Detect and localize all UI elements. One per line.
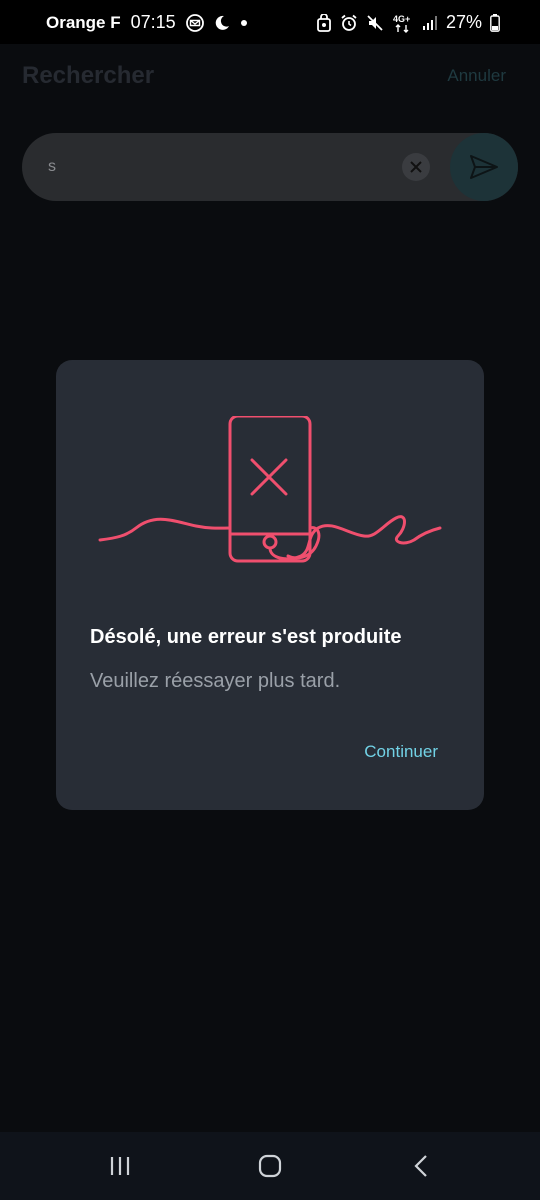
cancel-button[interactable]: Annuler xyxy=(447,66,506,86)
network-icon: 4G+ xyxy=(392,13,414,33)
status-right: 4G+ 27% xyxy=(316,12,500,33)
error-dialog: Désolé, une erreur s'est produite Veuill… xyxy=(56,360,484,810)
clear-search-button[interactable] xyxy=(402,153,430,181)
back-icon xyxy=(414,1155,427,1177)
carrier-name: Orange F xyxy=(46,12,121,32)
alarm-icon xyxy=(340,14,358,32)
moon-icon xyxy=(214,15,230,31)
lock-shield-icon xyxy=(316,13,332,32)
back-button[interactable] xyxy=(402,1152,442,1180)
status-left: Orange F 07:15 xyxy=(46,12,248,33)
home-icon xyxy=(258,1154,282,1178)
dot-icon xyxy=(240,19,248,27)
recent-apps-button[interactable] xyxy=(100,1152,140,1180)
close-icon xyxy=(410,161,422,173)
network-type: 4G+ xyxy=(393,14,410,24)
signal-icon xyxy=(422,15,438,31)
phone-error-icon xyxy=(98,416,442,563)
dialog-title: Désolé, une erreur s'est produite xyxy=(90,626,402,648)
send-button[interactable] xyxy=(450,133,518,201)
mute-icon xyxy=(366,14,384,32)
navigation-bar xyxy=(0,1132,540,1200)
home-button[interactable] xyxy=(250,1152,290,1180)
recent-apps-icon xyxy=(110,1157,130,1175)
search-input[interactable] xyxy=(46,155,386,179)
battery-icon xyxy=(490,13,500,32)
dialog-message: Veuillez réessayer plus tard. xyxy=(90,670,341,692)
continue-button[interactable]: Continuer xyxy=(364,742,438,762)
status-bar: Orange F 07:15 4G+ 27% xyxy=(0,0,540,44)
search-bar xyxy=(22,133,518,201)
page-title: Rechercher xyxy=(22,62,155,89)
status-time: 07:15 xyxy=(130,12,176,32)
battery-percent: 27% xyxy=(445,12,482,32)
send-icon xyxy=(470,155,498,179)
mail-icon xyxy=(185,13,204,32)
